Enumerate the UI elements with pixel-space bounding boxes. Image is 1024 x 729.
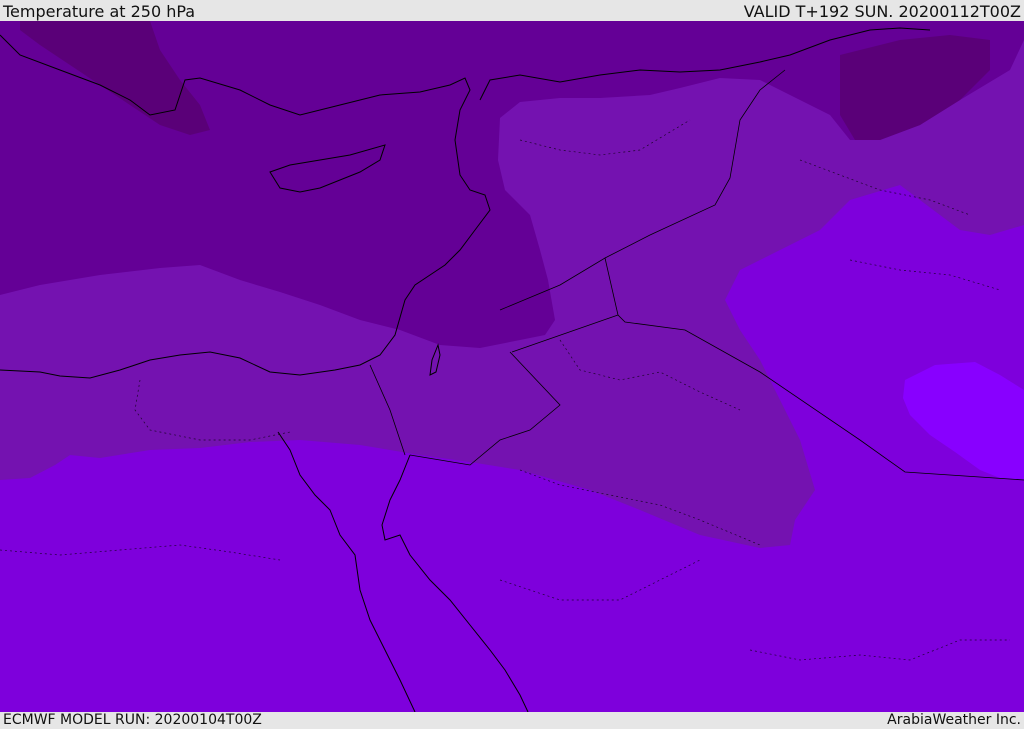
map-footer: ECMWF MODEL RUN: 20200104T00Z ArabiaWeat… (0, 712, 1024, 729)
brand-credit: ArabiaWeather Inc. (887, 712, 1021, 728)
map-canvas (0, 21, 1024, 712)
valid-time: VALID T+192 SUN. 20200112T00Z (743, 2, 1021, 21)
model-run: ECMWF MODEL RUN: 20200104T00Z (3, 712, 262, 728)
temperature-map (0, 21, 1024, 712)
map-header: Temperature at 250 hPa VALID T+192 SUN. … (0, 0, 1024, 21)
map-title: Temperature at 250 hPa (3, 2, 196, 21)
